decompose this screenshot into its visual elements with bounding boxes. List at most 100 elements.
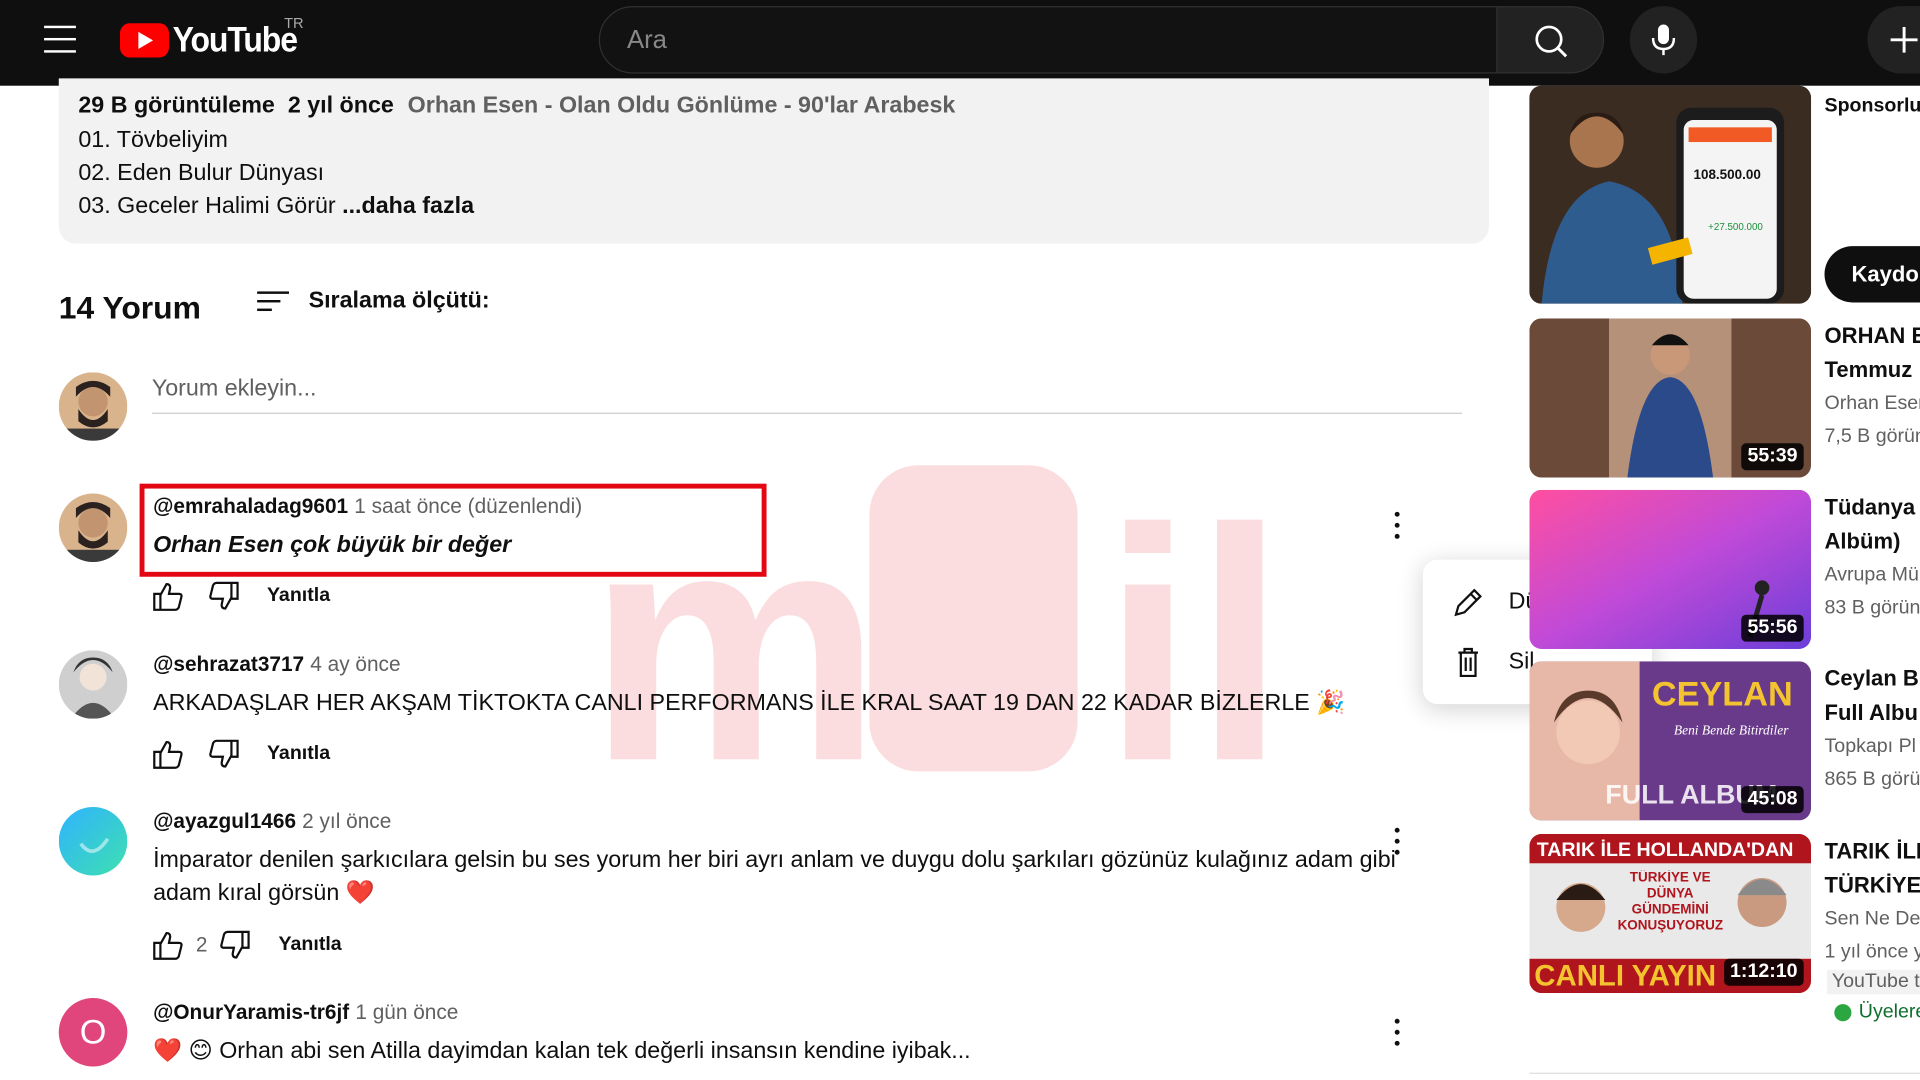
upload-age: 2 yıl önce <box>287 93 394 119</box>
current-user-avatar[interactable] <box>58 372 128 441</box>
video-duration: 55:39 <box>1741 443 1804 471</box>
comment-item: @ayazgul1466 2 yıl önce İmparator denilen… <box>59 809 1492 968</box>
video-meta: 83 B görün <box>1824 597 1920 619</box>
video-title[interactable]: Ceylan B Full Albu <box>1825 661 1919 730</box>
sponsored-label: Sponsorlu <box>1824 95 1920 117</box>
plus-icon <box>1890 26 1918 53</box>
comment-text: İmparator denilen şarkıcılara gelsin bu … <box>153 847 1396 907</box>
like-button[interactable] <box>149 927 188 964</box>
sort-icon <box>255 287 292 316</box>
search-box <box>598 6 1498 74</box>
channel-name[interactable]: Sen Ne De <box>1825 909 1920 930</box>
show-more-link[interactable]: ...daha fazla <box>342 193 474 219</box>
thumbs-down-icon <box>209 581 239 610</box>
menu-item-delete[interactable]: Sil <box>1450 642 1534 684</box>
comment-author[interactable]: @OnurYaramis-tr6jf <box>153 1000 349 1023</box>
comment-author[interactable]: @ayazgul1466 <box>153 809 296 832</box>
youtube-play-icon <box>120 23 169 58</box>
thumbnail-subtitle: Beni Bende Bitirdiler <box>1674 723 1789 738</box>
reply-button[interactable]: Yanıtla <box>279 934 342 956</box>
thumbnail-live-label: CANLI YAYIN <box>1534 960 1716 993</box>
more-vert-icon <box>1394 827 1400 833</box>
dislike-button[interactable] <box>215 927 254 964</box>
page: YouTube TR 29 B görüntüleme 2 yıl önce O… <box>0 0 1920 1080</box>
video-title[interactable]: TARIK İLETÜRKİYE <box>1825 834 1920 903</box>
search-icon <box>1535 25 1568 58</box>
comment-item: @OnurYaramis-tr6jf 1 gün önce ❤️ 😊 Orhan … <box>59 1000 1492 1080</box>
members-icon <box>1834 1004 1852 1022</box>
video-title[interactable]: Tüdanya Albüm) <box>1825 490 1916 559</box>
video-thumbnail[interactable]: 55:39 <box>1529 318 1812 478</box>
microphone-icon <box>1651 24 1676 56</box>
reply-button[interactable]: Yanıtla <box>267 743 330 765</box>
create-button[interactable] <box>1867 6 1920 74</box>
video-thumbnail[interactable]: TARIK İLE HOLLANDA'DAN TÜRKİYE VE DÜNYA G… <box>1529 833 1812 994</box>
members-badge: Üyelere <box>1834 1002 1920 1024</box>
dislike-button[interactable] <box>203 736 242 773</box>
video-thumbnail[interactable]: 55:56 <box>1529 489 1812 649</box>
ad-amount-2: +27.500.000 <box>1708 222 1763 233</box>
tracklist-line: 01. Tövbeliyim <box>78 127 228 154</box>
channel-name[interactable]: Avrupa Mü <box>1825 564 1919 585</box>
voice-search-button[interactable] <box>1629 6 1698 74</box>
signup-button[interactable]: Kaydol <box>1824 246 1920 303</box>
highlight-box <box>139 483 767 577</box>
thumbs-down-icon <box>209 739 239 768</box>
sort-label: Sıralama ölçütü: <box>308 287 490 314</box>
pencil-icon <box>1454 588 1482 617</box>
video-meta: 865 B görü <box>1824 768 1920 790</box>
tracklist-line: 03. Geceler Halimi Görür <box>78 193 336 220</box>
description-title: Orhan Esen - Olan Oldu Gönlüme - 90'lar … <box>407 93 956 119</box>
thumbnail-headline: TARIK İLE HOLLANDA'DAN <box>1537 838 1794 861</box>
like-button[interactable] <box>149 578 188 615</box>
video-meta: 7,5 B görün <box>1824 426 1920 447</box>
video-duration: 55:56 <box>1741 614 1804 642</box>
thumbs-up-icon <box>153 582 183 611</box>
video-title[interactable]: ORHAN E Temmuz <box>1825 318 1920 387</box>
more-vert-icon <box>1394 1018 1400 1024</box>
add-comment-field <box>151 371 1463 414</box>
video-thumbnail[interactable]: CEYLAN Beni Bende Bitirdiler FULL ALBUM 45… <box>1529 661 1812 821</box>
trash-icon <box>1458 647 1478 678</box>
channel-name[interactable]: Orhan Esen <box>1825 393 1920 414</box>
comment-item: @sehrazat3717 4 ay önce ARKADAŞLAR HER AK… <box>59 653 1492 775</box>
channel-name[interactable]: Topkapı Pl <box>1825 736 1916 757</box>
thumbnail-tagline: TÜRKİYE VE DÜNYA GÜNDEMİNİ KONUŞUYORUZ! <box>1617 870 1723 934</box>
thumbs-up-icon <box>153 740 183 769</box>
sort-button[interactable]: Sıralama ölçütü: <box>255 287 490 316</box>
dislike-button[interactable] <box>203 578 242 615</box>
youtube-logo[interactable]: YouTube <box>120 20 311 60</box>
video-duration: 1:12:10 <box>1723 958 1804 986</box>
video-description[interactable]: 29 B görüntüleme 2 yıl önce Orhan Esen -… <box>58 78 1489 244</box>
menu-icon[interactable] <box>44 25 76 53</box>
divider <box>1529 1072 1920 1074</box>
comment-count: 14 Yorum <box>58 288 201 326</box>
youtube-badge: YouTube t <box>1826 969 1920 995</box>
comment-actions-button[interactable] <box>1390 511 1405 546</box>
search-button[interactable] <box>1496 6 1605 74</box>
comment-text: ❤️ 😊 Orhan abi sen Atilla dayimdan kalan… <box>153 1038 971 1065</box>
thumbs-down-icon <box>220 930 251 959</box>
reply-button[interactable]: Yanıtla <box>267 585 330 607</box>
comment-time[interactable]: 4 ay önce <box>310 653 400 676</box>
comment-time[interactable]: 1 gün önce <box>355 1000 458 1023</box>
comment-time[interactable]: 2 yıl önce <box>302 809 391 832</box>
top-bar: YouTube TR <box>0 0 1920 86</box>
video-meta: 1 yıl önce y <box>1824 941 1920 963</box>
thumbnail-brand: CEYLAN <box>1652 675 1793 713</box>
country-code: TR <box>284 14 304 32</box>
tracklist-line: 02. Eden Bulur Dünyası <box>78 160 325 187</box>
search-input[interactable] <box>600 7 1497 73</box>
comment-actions-button[interactable] <box>1390 827 1405 862</box>
ad-thumbnail[interactable]: 108.500.00 +27.500.000 <box>1529 85 1812 304</box>
like-button[interactable] <box>149 736 188 773</box>
like-count: 2 <box>195 933 208 957</box>
comment-text: ARKADAŞLAR HER AKŞAM TİKTOKTA CANLI PERF… <box>153 690 1346 717</box>
video-duration: 45:08 <box>1741 786 1804 814</box>
add-comment-input[interactable] <box>151 371 1463 408</box>
ad-amount-1: 108.500.00 <box>1693 167 1760 182</box>
comment-actions-button[interactable] <box>1390 1018 1405 1053</box>
view-count: 29 B görüntüleme <box>78 93 275 119</box>
more-vert-icon <box>1394 511 1400 517</box>
comment-author[interactable]: @sehrazat3717 <box>153 653 304 676</box>
